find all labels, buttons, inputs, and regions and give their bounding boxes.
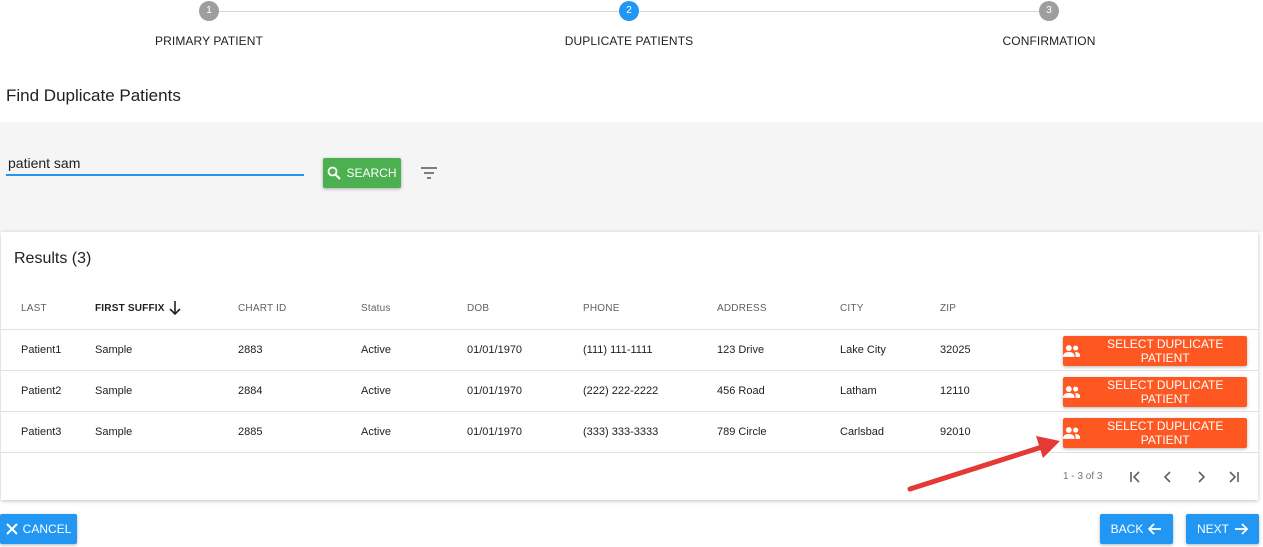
page-title: Find Duplicate Patients [6, 86, 181, 105]
table-header: LAST FIRST SUFFIX CHART ID Status DOB PH… [1, 290, 1258, 330]
column-header-address[interactable]: ADDRESS [717, 303, 767, 314]
cell-last: Patient1 [21, 344, 62, 356]
filter-icon[interactable] [420, 165, 438, 181]
cell-first: Sample [95, 344, 133, 356]
results-title: Results (3) [14, 250, 92, 267]
cell-zip: 92010 [940, 426, 971, 438]
cell-dob: 01/01/1970 [467, 385, 523, 397]
step-number: 3 [1039, 1, 1059, 21]
people-icon [1063, 386, 1081, 398]
arrow-left-icon [1148, 523, 1162, 535]
people-icon [1063, 345, 1081, 357]
column-header-last[interactable]: LAST [21, 303, 47, 314]
cell-city: Carlsbad [840, 426, 885, 438]
column-header-dob[interactable]: DOB [467, 303, 489, 314]
cell-chart-id: 2885 [238, 426, 263, 438]
cell-dob: 01/01/1970 [467, 344, 523, 356]
column-header-status[interactable]: Status [361, 303, 391, 314]
cell-zip: 32025 [940, 344, 971, 356]
column-header-chart-id[interactable]: CHART ID [238, 303, 286, 314]
results-card: Results (3) LAST FIRST SUFFIX CHART ID S… [1, 232, 1258, 500]
next-button-label: NEXT [1196, 522, 1229, 536]
cell-city: Latham [840, 385, 877, 397]
first-page-icon[interactable] [1124, 466, 1146, 488]
select-duplicate-patient-button[interactable]: SELECT DUPLICATE PATIENT [1063, 418, 1247, 448]
select-duplicate-patient-label: SELECT DUPLICATE PATIENT [1107, 419, 1224, 447]
select-duplicate-patient-label: SELECT DUPLICATE PATIENT [1107, 337, 1224, 365]
cell-phone: (333) 333-3333 [583, 426, 659, 438]
previous-page-icon[interactable] [1157, 466, 1179, 488]
column-header-phone[interactable]: PHONE [583, 303, 620, 314]
cell-address: 456 Road [717, 385, 765, 397]
step-number: 2 [619, 1, 639, 21]
paginator: 1 - 3 of 3 [1, 454, 1258, 494]
search-button-label: SEARCH [346, 166, 397, 180]
next-page-icon[interactable] [1190, 466, 1212, 488]
cancel-button[interactable]: CANCEL [0, 514, 77, 544]
cell-first: Sample [95, 426, 133, 438]
back-button[interactable]: BACK [1100, 514, 1173, 544]
cell-phone: (111) 111-1111 [583, 344, 653, 356]
table-row: Patient2 Sample 2884 Active 01/01/1970 (… [1, 372, 1258, 412]
last-page-icon[interactable] [1223, 466, 1245, 488]
close-icon [5, 523, 18, 535]
cell-chart-id: 2884 [238, 385, 263, 397]
cell-address: 123 Drive [717, 344, 765, 356]
cell-last: Patient3 [21, 426, 62, 438]
cell-city: Lake City [840, 344, 886, 356]
select-duplicate-patient-button[interactable]: SELECT DUPLICATE PATIENT [1063, 336, 1247, 366]
step-primary-patient: 1 PRIMARY PATIENT [99, 0, 319, 48]
step-confirmation: 3 CONFIRMATION [939, 0, 1159, 48]
cell-chart-id: 2883 [238, 344, 263, 356]
table-row: Patient1 Sample 2883 Active 01/01/1970 (… [1, 331, 1258, 371]
step-label: DUPLICATE PATIENTS [564, 34, 694, 48]
select-duplicate-patient-button[interactable]: SELECT DUPLICATE PATIENT [1063, 377, 1247, 407]
cell-status: Active [361, 426, 391, 438]
next-button[interactable]: NEXT [1186, 514, 1259, 544]
column-header-first-suffix[interactable]: FIRST SUFFIX [95, 300, 182, 316]
column-header-city[interactable]: CITY [840, 303, 864, 314]
cell-address: 789 Circle [717, 426, 767, 438]
search-button[interactable]: SEARCH [323, 158, 401, 188]
stepper: 1 PRIMARY PATIENT 2 DUPLICATE PATIENTS 3… [0, 0, 1263, 62]
cell-status: Active [361, 344, 391, 356]
people-icon [1063, 427, 1081, 439]
search-input[interactable] [6, 152, 304, 176]
column-header-zip[interactable]: ZIP [940, 303, 956, 314]
cell-phone: (222) 222-2222 [583, 385, 659, 397]
cancel-button-label: CANCEL [22, 522, 72, 536]
back-button-label: BACK [1110, 522, 1144, 536]
search-icon [328, 166, 342, 180]
cell-zip: 12110 [940, 385, 970, 397]
table-row: Patient3 Sample 2885 Active 01/01/1970 (… [1, 413, 1258, 453]
step-label: PRIMARY PATIENT [155, 34, 263, 48]
step-label: CONFIRMATION [1002, 34, 1096, 48]
cell-last: Patient2 [21, 385, 62, 397]
select-duplicate-patient-label: SELECT DUPLICATE PATIENT [1107, 378, 1224, 406]
cell-status: Active [361, 385, 391, 397]
cell-first: Sample [95, 385, 133, 397]
arrow-right-icon [1235, 523, 1248, 535]
search-panel: SEARCH [0, 122, 1263, 232]
arrow-down-icon [169, 301, 181, 316]
column-header-label: FIRST SUFFIX [95, 302, 165, 314]
pagination-range: 1 - 3 of 3 [1063, 471, 1103, 482]
step-duplicate-patients: 2 DUPLICATE PATIENTS [519, 0, 739, 48]
step-number: 1 [199, 1, 219, 21]
cell-dob: 01/01/1970 [467, 426, 523, 438]
